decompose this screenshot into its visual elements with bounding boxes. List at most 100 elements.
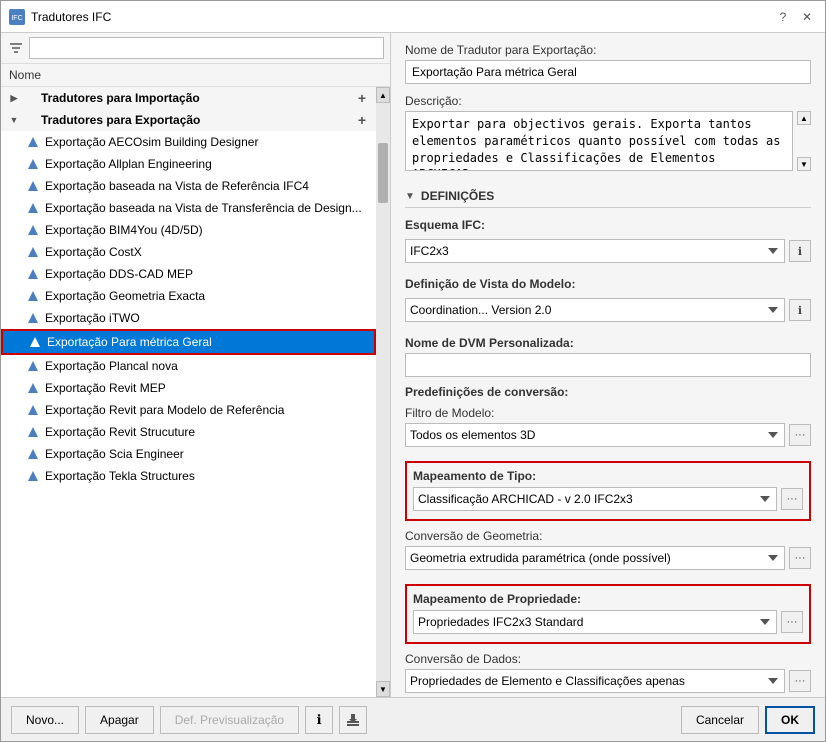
scroll-thumb[interactable] xyxy=(378,143,388,203)
list-item[interactable]: Exportação CostX xyxy=(1,241,376,263)
schema-info-btn[interactable]: ℹ xyxy=(789,240,811,262)
desc-scroll-up[interactable]: ▲ xyxy=(797,111,811,125)
list-item[interactable]: Exportação Revit Strucuture xyxy=(1,421,376,443)
model-filter-dropdown-row: Todos os elementos 3D ··· xyxy=(405,423,811,447)
list-item[interactable]: Exportação Allplan Engineering xyxy=(1,153,376,175)
list-item[interactable]: Exportação DDS-CAD MEP xyxy=(1,263,376,285)
list-item[interactable]: Exportação AECOsim Building Designer xyxy=(1,131,376,153)
info-bottom-btn[interactable]: ℹ xyxy=(305,706,333,734)
exporter-item-1: Exportação Allplan Engineering xyxy=(45,157,370,171)
list-item[interactable]: Exportação Scia Engineer xyxy=(1,443,376,465)
expand-icon-exporters: ▼ xyxy=(7,113,21,127)
exporter-icon-2 xyxy=(25,178,41,194)
schema-group: Esquema IFC: IFC2x3 IFC4 IFC4x3 ℹ xyxy=(405,218,811,269)
list-item[interactable]: Exportação iTWO xyxy=(1,307,376,329)
exporter-item-2: Exportação baseada na Vista de Referênci… xyxy=(45,179,370,193)
scroll-up-btn[interactable]: ▲ xyxy=(376,87,390,103)
exporter-item-14: Exportação Scia Engineer xyxy=(45,447,370,461)
title-bar-left: IFC Tradutores IFC xyxy=(9,9,111,25)
list-item[interactable]: Exportação Revit MEP xyxy=(1,377,376,399)
exporter-item-0: Exportação AECOsim Building Designer xyxy=(45,135,370,149)
exporter-icon-8 xyxy=(25,310,41,326)
exporter-icon-6 xyxy=(25,266,41,282)
data-conversion-label: Conversão de Dados: xyxy=(405,652,811,666)
scroll-down-btn[interactable]: ▼ xyxy=(376,681,390,697)
property-mapping-label: Mapeamento de Propriedade: xyxy=(413,592,803,606)
list-item[interactable]: Exportação baseada na Vista de Referênci… xyxy=(1,175,376,197)
geometry-conversion-dots-btn[interactable]: ··· xyxy=(789,547,811,569)
svg-text:IFC: IFC xyxy=(11,15,22,22)
definitions-section-title: DEFINIÇÕES xyxy=(421,189,494,203)
left-toolbar xyxy=(1,33,390,64)
description-textarea[interactable]: Exportar para objectivos gerais. Exporta… xyxy=(405,111,793,171)
exporter-item-12: Exportação Revit para Modelo de Referênc… xyxy=(45,403,370,417)
model-filter-label: Filtro de Modelo: xyxy=(405,406,811,420)
close-button[interactable]: ✕ xyxy=(797,7,817,27)
custom-dvm-label: Nome de DVM Personalizada: xyxy=(405,336,811,350)
exporter-icon-4 xyxy=(25,222,41,238)
add-exporter-btn[interactable]: + xyxy=(354,112,370,128)
type-mapping-label: Mapeamento de Tipo: xyxy=(413,469,803,483)
bottom-bar-right-btns: Cancelar OK xyxy=(681,706,815,734)
exporter-icon-14 xyxy=(25,446,41,462)
scrollbar[interactable]: ▲ ▼ xyxy=(376,87,390,697)
category-exporters[interactable]: ▼ Tradutores para Exportação + xyxy=(1,109,376,131)
category-importers[interactable]: ▶ Tradutores para Importação + xyxy=(1,87,376,109)
custom-dvm-input[interactable] xyxy=(405,353,811,377)
model-view-dropdown-row: Coordination... Version 2.0 Reference Vi… xyxy=(405,298,811,322)
cancel-button[interactable]: Cancelar xyxy=(681,706,759,734)
desc-scroll-down[interactable]: ▼ xyxy=(797,157,811,171)
preview-button[interactable]: Def. Previsualização xyxy=(160,706,299,734)
list-item[interactable]: Exportação BIM4You (4D/5D) xyxy=(1,219,376,241)
list-item[interactable]: Exportação baseada na Vista de Transferê… xyxy=(1,197,376,219)
data-conversion-dropdown-row: Propriedades de Elemento e Classificaçõe… xyxy=(405,669,811,693)
ok-button[interactable]: OK xyxy=(765,706,815,734)
category-icon-exporters xyxy=(21,112,37,128)
list-item[interactable]: Exportação Geometria Exacta xyxy=(1,285,376,307)
list-item[interactable]: Exportação Tekla Structures xyxy=(1,465,376,487)
model-view-info-btn[interactable]: ℹ xyxy=(789,299,811,321)
list-item-selected[interactable]: Exportação Para métrica Geral xyxy=(1,329,376,355)
model-view-select[interactable]: Coordination... Version 2.0 Reference Vi… xyxy=(405,298,785,322)
exporter-item-10: Exportação Plancal nova xyxy=(45,359,370,373)
data-conversion-dots-btn[interactable]: ··· xyxy=(789,670,811,692)
help-button[interactable]: ? xyxy=(773,7,793,27)
right-panel: Nome de Tradutor para Exportação: Descri… xyxy=(391,33,825,697)
exporter-icon-9 xyxy=(27,334,43,350)
add-importer-btn[interactable]: + xyxy=(354,90,370,106)
schema-dropdown-row: IFC2x3 IFC4 IFC4x3 ℹ xyxy=(405,239,811,263)
filter-icon[interactable] xyxy=(7,39,25,57)
delete-button[interactable]: Apagar xyxy=(85,706,154,734)
definitions-expand-icon[interactable]: ▼ xyxy=(405,191,415,202)
expand-icon-importers: ▶ xyxy=(7,91,21,105)
model-filter-select[interactable]: Todos os elementos 3D xyxy=(405,423,785,447)
translator-name-group: Nome de Tradutor para Exportação: xyxy=(405,43,811,84)
importers-label: Tradutores para Importação xyxy=(41,91,354,105)
property-mapping-select[interactable]: Propriedades IFC2x3 Standard xyxy=(413,610,777,634)
type-mapping-select[interactable]: Classificação ARCHICAD - v 2.0 IFC2x3 xyxy=(413,487,777,511)
exporter-icon-7 xyxy=(25,288,41,304)
new-button[interactable]: Novo... xyxy=(11,706,79,734)
schema-label: Esquema IFC: xyxy=(405,218,585,232)
exporter-icon-12 xyxy=(25,402,41,418)
bottom-bar-left-btns: Novo... Apagar Def. Previsualização ℹ xyxy=(11,706,367,734)
custom-dvm-group: Nome de DVM Personalizada: xyxy=(405,336,811,377)
search-input[interactable] xyxy=(29,37,384,59)
exporter-icon-10 xyxy=(25,358,41,374)
schema-select[interactable]: IFC2x3 IFC4 IFC4x3 xyxy=(405,239,785,263)
list-item[interactable]: Exportação Plancal nova xyxy=(1,355,376,377)
exporters-label: Tradutores para Exportação xyxy=(41,113,354,127)
exporter-icon-11 xyxy=(25,380,41,396)
type-mapping-dots-btn[interactable]: ··· xyxy=(781,488,803,510)
geometry-conversion-select[interactable]: Geometria extrudida paramétrica (onde po… xyxy=(405,546,785,570)
list-item[interactable]: Exportação Revit para Modelo de Referênc… xyxy=(1,399,376,421)
conversion-presets-group: Predefinições de conversão: xyxy=(405,385,811,402)
property-mapping-dots-btn[interactable]: ··· xyxy=(781,611,803,633)
model-filter-dots-btn[interactable]: ··· xyxy=(789,424,811,446)
exporter-item-5: Exportação CostX xyxy=(45,245,370,259)
translator-name-input[interactable] xyxy=(405,60,811,84)
export-bottom-btn[interactable] xyxy=(339,706,367,734)
exporter-item-9: Exportação Para métrica Geral xyxy=(47,335,368,349)
model-filter-group: Filtro de Modelo: Todos os elementos 3D … xyxy=(405,406,811,453)
data-conversion-select[interactable]: Propriedades de Elemento e Classificaçõe… xyxy=(405,669,785,693)
